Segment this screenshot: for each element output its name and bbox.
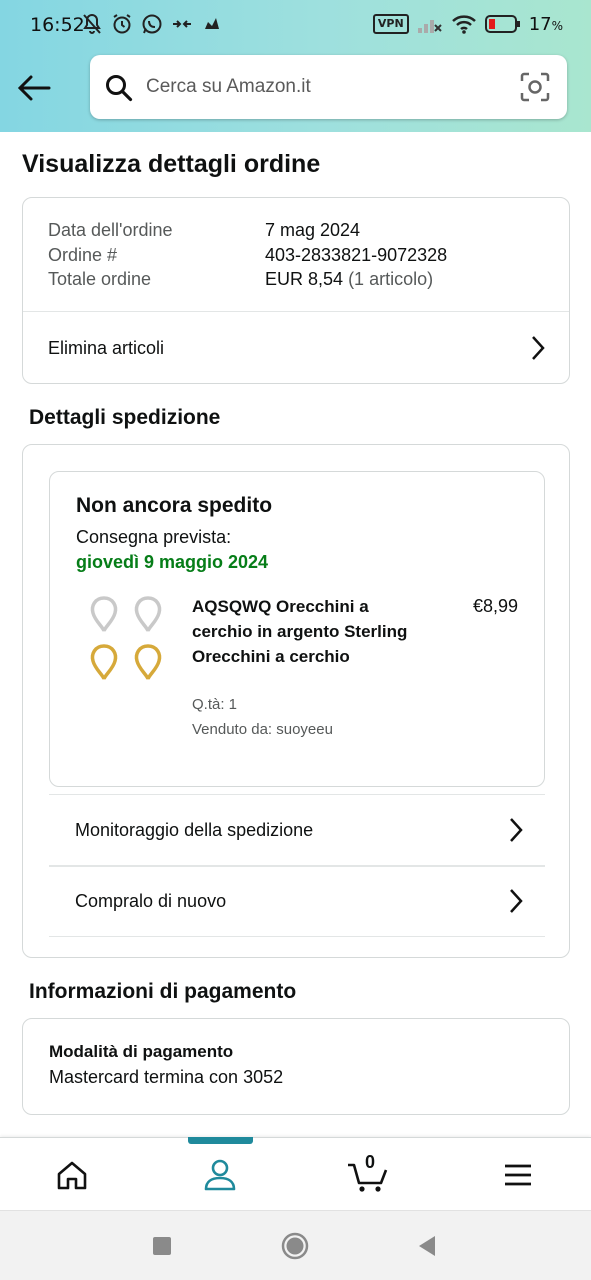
bell-off-icon — [83, 13, 101, 34]
bottom-navigation: 0 — [0, 1137, 591, 1210]
nav-account[interactable] — [170, 1138, 270, 1211]
signal-off-icon — [417, 20, 442, 33]
triangle-back-icon — [419, 1236, 435, 1256]
buy-again-link[interactable]: Compralo di nuovo — [49, 867, 545, 936]
circle-icon — [281, 1232, 309, 1260]
wifi-icon — [451, 15, 476, 34]
delivery-date: giovedì 9 maggio 2024 — [76, 552, 269, 572]
home-system-button[interactable] — [280, 1231, 310, 1261]
order-summary-card: Data dell'ordine 7 mag 2024 Ordine # 403… — [22, 197, 570, 384]
nav-cart[interactable]: 0 — [318, 1138, 418, 1211]
delivery-label: Consegna prevista: — [76, 527, 232, 547]
status-time: 16:52 — [30, 14, 85, 36]
cart-count: 0 — [365, 1152, 376, 1172]
camera-lens-icon[interactable] — [519, 71, 551, 103]
search-input[interactable] — [146, 69, 506, 105]
product-image[interactable] — [84, 594, 170, 690]
product-quantity: Q.tà: 1 — [192, 696, 238, 713]
delete-items-link[interactable]: Elimina articoli — [23, 312, 569, 384]
shipping-card: Non ancora spedito Consegna prevista: gi… — [22, 444, 570, 958]
back-system-button[interactable] — [412, 1231, 442, 1261]
product-title[interactable]: AQSQWQ Orecchini a cerchio in argento St… — [192, 594, 422, 669]
track-shipment-label: Monitoraggio della spedizione — [75, 819, 314, 840]
chevron-right-icon — [510, 818, 523, 842]
delete-items-label: Elimina articoli — [48, 337, 165, 358]
data-transfer-icon — [173, 20, 191, 28]
shipping-section-title: Dettagli spedizione — [29, 406, 221, 429]
nav-menu[interactable] — [468, 1138, 568, 1211]
chevron-right-icon — [532, 336, 545, 360]
status-right-icons: VPN 17% — [372, 13, 563, 35]
payment-method-title: Modalità di pagamento — [49, 1042, 234, 1061]
shipment-status: Non ancora spedito — [76, 494, 273, 517]
divider — [49, 936, 545, 937]
order-number-value: 403-2833821-9072328 — [265, 245, 448, 265]
recent-apps-button[interactable] — [147, 1231, 177, 1261]
menu-icon — [505, 1164, 531, 1185]
search-icon — [106, 75, 133, 102]
order-date-value: 7 mag 2024 — [265, 220, 361, 240]
payment-method-value: Mastercard termina con 3052 — [49, 1067, 284, 1087]
status-left-icons — [80, 12, 224, 36]
back-button[interactable] — [14, 68, 54, 108]
payment-card: Modalità di pagamento Mastercard termina… — [22, 1018, 570, 1115]
square-icon — [153, 1237, 171, 1255]
shipment-card: Non ancora spedito Consegna prevista: gi… — [49, 471, 545, 787]
order-total-label: Totale ordine — [48, 269, 152, 289]
order-date-label: Data dell'ordine — [48, 220, 173, 240]
payment-section-title: Informazioni di pagamento — [29, 980, 297, 1003]
whatsapp-icon — [142, 14, 162, 34]
home-icon — [57, 1161, 87, 1189]
battery-icon — [484, 15, 520, 33]
system-navigation-bar — [0, 1210, 591, 1280]
page-title: Visualizza dettagli ordine — [22, 150, 321, 178]
order-item-count: (1 articolo) — [348, 269, 434, 289]
buy-again-label: Compralo di nuovo — [75, 891, 227, 911]
product-price: €8,99 — [472, 596, 518, 616]
battery-percent: 17% — [528, 13, 563, 35]
back-arrow-icon — [17, 75, 51, 101]
order-total-value: EUR 8,54 (1 articolo) — [265, 269, 434, 289]
vpn-badge: VPN — [372, 14, 409, 34]
track-shipment-link[interactable]: Monitoraggio della spedizione — [49, 795, 545, 865]
nav-home[interactable] — [22, 1138, 122, 1211]
product-seller: Venduto da: suoyeeu — [192, 721, 333, 738]
order-number-label: Ordine # — [48, 245, 118, 265]
app-notification-icon — [205, 18, 219, 29]
alarm-icon — [113, 14, 131, 34]
chevron-right-icon — [510, 889, 523, 913]
search-bar[interactable] — [90, 55, 567, 119]
status-bar: 16:52 VPN 17% — [0, 0, 591, 52]
account-icon — [204, 1159, 236, 1190]
